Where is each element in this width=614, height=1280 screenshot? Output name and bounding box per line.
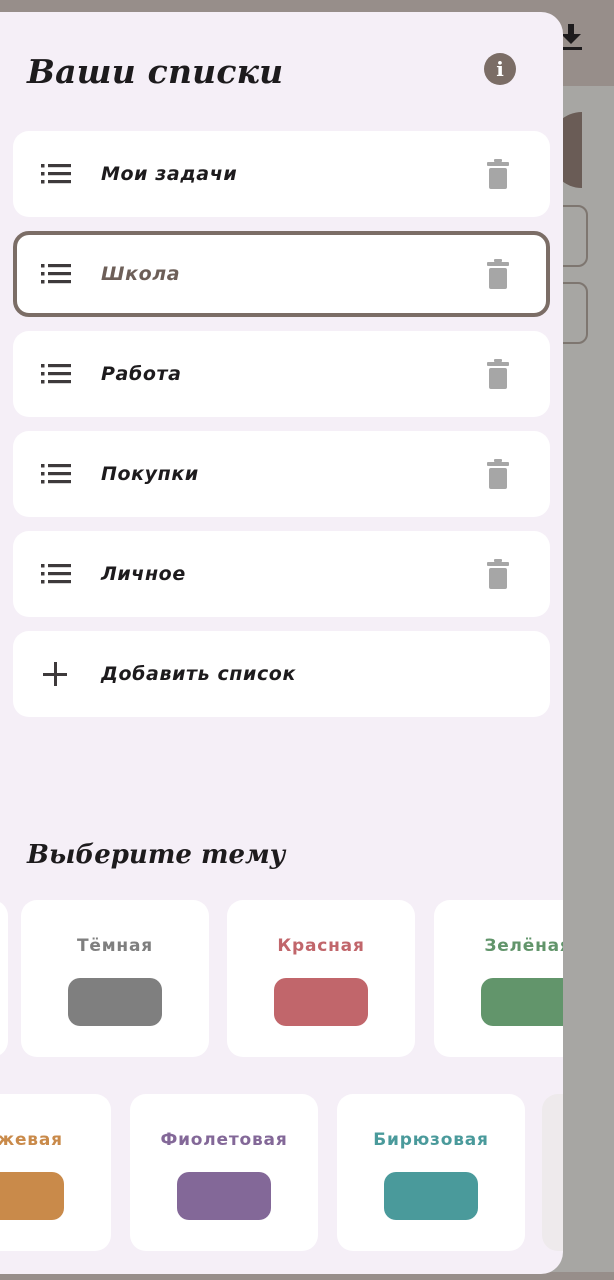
trash-icon[interactable]: [487, 359, 509, 389]
list-item-personal[interactable]: Личное: [13, 531, 550, 617]
theme-swatch: [0, 1172, 64, 1220]
theme-section-title: Выберите тему: [27, 840, 286, 870]
theme-swatch: [481, 978, 563, 1026]
trash-icon[interactable]: [487, 459, 509, 489]
list-item-shopping[interactable]: Покупки: [13, 431, 550, 517]
list-item-label: Школа: [101, 263, 181, 285]
list-item-label: Покупки: [101, 463, 199, 485]
list-item-work[interactable]: Работа: [13, 331, 550, 417]
add-list-label: Добавить список: [101, 663, 296, 685]
theme-label: Бежевая: [0, 1130, 63, 1150]
list-icon: [41, 564, 71, 584]
theme-swatch: [384, 1172, 478, 1220]
list-item-school[interactable]: Школа: [13, 231, 550, 317]
plus-icon: [43, 662, 67, 686]
drawer-title: Ваши списки: [27, 52, 284, 91]
add-list-button[interactable]: Добавить список: [13, 631, 550, 717]
theme-card-purple[interactable]: Фиолетовая: [130, 1094, 318, 1251]
list-item-label: Работа: [101, 363, 182, 385]
theme-label: Фиолетовая: [160, 1130, 288, 1150]
theme-card-red[interactable]: Красная: [227, 900, 415, 1057]
theme-card-partial[interactable]: [542, 1094, 563, 1251]
list-item-my-tasks[interactable]: Мои задачи: [13, 131, 550, 217]
theme-swatch: [274, 978, 368, 1026]
theme-label: Бирюзовая: [373, 1130, 489, 1150]
theme-card-teal[interactable]: Бирюзовая: [337, 1094, 525, 1251]
list-icon: [41, 464, 71, 484]
trash-icon[interactable]: [487, 159, 509, 189]
theme-card-beige[interactable]: Бежевая: [0, 1094, 111, 1251]
info-icon[interactable]: i: [484, 53, 516, 85]
trash-icon[interactable]: [487, 559, 509, 589]
trash-icon[interactable]: [487, 259, 509, 289]
theme-card-green[interactable]: Зелёная: [434, 900, 563, 1057]
navigation-drawer: Ваши списки i Мои задачи Школа Работа По…: [0, 12, 563, 1274]
theme-swatch: [68, 978, 162, 1026]
list-icon: [41, 364, 71, 384]
theme-label: Красная: [277, 936, 365, 956]
list-icon: [41, 164, 71, 184]
theme-swatch: [177, 1172, 271, 1220]
theme-label: Зелёная: [484, 936, 563, 956]
theme-card-partial[interactable]: [0, 900, 8, 1057]
list-item-label: Личное: [101, 563, 186, 585]
theme-card-dark[interactable]: Тёмная: [21, 900, 209, 1057]
list-icon: [41, 264, 71, 284]
list-item-label: Мои задачи: [101, 163, 238, 185]
theme-label: Тёмная: [77, 936, 153, 956]
